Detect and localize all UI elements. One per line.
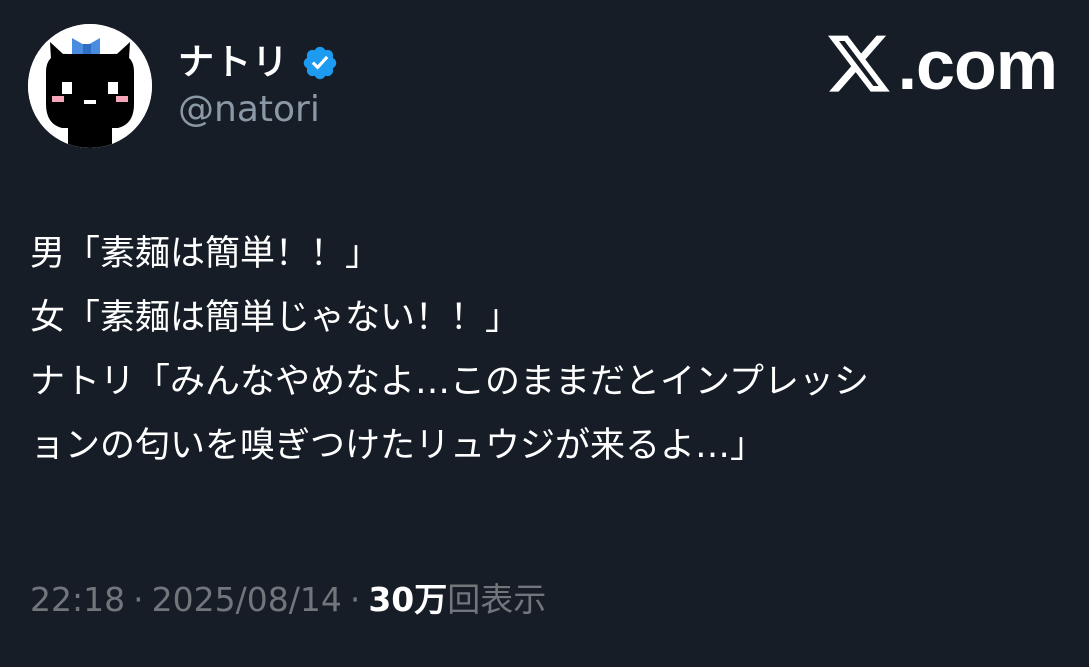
author-name[interactable]: ナトリ (178, 45, 289, 81)
tweet-text: 男「素麺は簡単！！」 女「素麺は簡単じゃない！！」 ナトリ「みんなやめなよ…この… (30, 222, 1089, 478)
verified-badge-icon (303, 46, 337, 80)
meta-separator: · (133, 580, 144, 619)
tweet-line: 男「素麺は簡単！！」 (30, 234, 381, 274)
author-name-row[interactable]: ナトリ (178, 38, 339, 88)
tweet-date[interactable]: 2025/08/14 (152, 580, 342, 619)
author-handle[interactable]: @natori (178, 90, 320, 130)
tweet-line: ョンの匂いを嗅ぎつけたリュウジが来るよ…」 (30, 426, 766, 466)
avatar[interactable] (28, 24, 152, 148)
tweet-time[interactable]: 22:18 (30, 580, 125, 619)
site-logo: .com (827, 26, 1058, 104)
tweet-line: 女「素麺は簡単じゃない！！」 (30, 298, 521, 338)
views-count[interactable]: 30万 (368, 580, 447, 619)
pixel-cat-avatar-icon (28, 24, 152, 148)
tweet-metadata: 22:18 · 2025/08/14 · 30万回表示 (30, 578, 546, 622)
tweet-line: ナトリ「みんなやめなよ…このままだとインプレッシ (30, 362, 869, 402)
meta-separator: · (349, 580, 361, 619)
site-logo-text: .com (897, 26, 1058, 104)
x-logo-icon (827, 35, 890, 92)
views-label: 回表示 (447, 580, 547, 619)
